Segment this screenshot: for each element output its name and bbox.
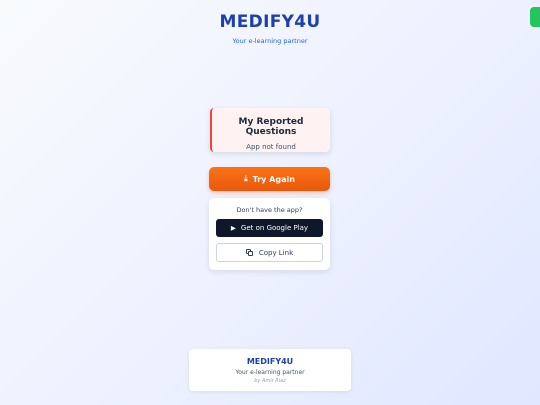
error-message: App not found	[246, 143, 296, 151]
google-play-label: Get on Google Play	[240, 224, 309, 232]
google-play-button[interactable]: ▶ Get on Google Play	[216, 219, 323, 237]
footer-brand: MEDIFY4U	[246, 357, 294, 366]
copy-link-button[interactable]: Copy Link	[216, 243, 323, 262]
footer-author: by Amir Riaz	[254, 378, 286, 384]
play-icon: ▶	[230, 223, 236, 232]
page-footer: MEDIFY4U Your e-learning partner by Amir…	[189, 349, 351, 391]
try-again-button[interactable]: ⤓ Try Again	[209, 167, 330, 191]
page-header: MEDIFY4U Your e-learning partner	[0, 12, 540, 45]
footer-tagline: Your e-learning partner	[235, 369, 305, 376]
app-tagline: Your e-learning partner	[232, 37, 308, 45]
copy-icon	[245, 248, 254, 257]
app-title: MEDIFY4U	[219, 12, 321, 32]
copy-link-label: Copy Link	[258, 248, 294, 257]
error-card: My Reported Questions App not found	[210, 108, 330, 152]
error-title: My Reported Questions	[238, 117, 304, 137]
get-app-panel: Don't have the app? ▶ Get on Google Play…	[209, 198, 330, 270]
download-icon: ⤓	[244, 174, 248, 183]
try-again-label: Try Again	[252, 174, 295, 184]
get-app-question: Don't have the app?	[236, 206, 303, 214]
